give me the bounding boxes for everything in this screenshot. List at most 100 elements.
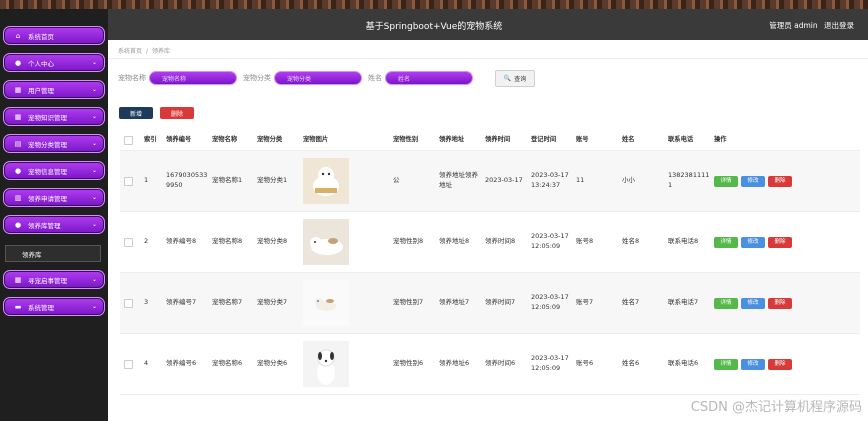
breadcrumb-current: 领养库 bbox=[152, 48, 171, 55]
cell-category: 宠物分类8 bbox=[257, 237, 288, 246]
cell-phone: 13823811111 bbox=[668, 171, 710, 189]
delete-button[interactable]: 删除 bbox=[768, 297, 792, 309]
breadcrumb-home[interactable]: 系统首页 bbox=[118, 48, 142, 55]
cell-reg-time: 2023-03-17 12:05:09 bbox=[531, 293, 569, 311]
row-actions: 详情 修改 删除 bbox=[714, 297, 824, 309]
sidebar-item-3[interactable]: ▦ 宠物知识管理 ⌄ bbox=[3, 107, 105, 126]
breadcrumb-separator: / bbox=[146, 48, 149, 55]
row-select-cell bbox=[120, 237, 144, 247]
select-all-cell bbox=[120, 135, 144, 145]
edit-button[interactable]: 修改 bbox=[741, 297, 765, 309]
column-header: 宠物分类 bbox=[257, 136, 283, 144]
cell-person: 姓名7 bbox=[622, 298, 640, 307]
row-actions: 详情 修改 删除 bbox=[714, 236, 824, 248]
sidebar-item-1[interactable]: ● 个人中心 ⌄ bbox=[3, 53, 105, 72]
cell-sex: 宠物性别8 bbox=[393, 237, 424, 246]
sidebar-item-label: 系统首页 bbox=[28, 32, 54, 41]
pet-name-input[interactable]: 宠物名称 bbox=[149, 71, 237, 85]
cell-sex: 宠物性别6 bbox=[393, 359, 424, 368]
detail-button[interactable]: 详情 bbox=[714, 358, 738, 370]
edit-button[interactable]: 修改 bbox=[741, 358, 765, 370]
cell-idx: 1 bbox=[144, 176, 149, 185]
pet-image-cell bbox=[303, 158, 393, 204]
table-row: 2 领养编号8 宠物名称8 宠物分类8 宠物性别8 领养地址8 领养时间8 2023-03-1… bbox=[120, 212, 860, 273]
column-header: 姓名 bbox=[622, 136, 635, 144]
row-actions: 详情 修改 删除 bbox=[714, 175, 824, 187]
top-header: 基于Springboot+Vue的宠物系统 管理员 admin 退出登录 bbox=[0, 0, 868, 40]
user-icon: ● bbox=[14, 166, 22, 175]
sidebar-item-0[interactable]: ⌂ 系统首页 bbox=[3, 26, 105, 45]
delete-button[interactable]: 删除 bbox=[768, 358, 792, 370]
sidebar-item-8[interactable]: ▦ 寻宠启事管理 ⌄ bbox=[3, 270, 105, 289]
header-pattern bbox=[0, 0, 868, 9]
pet-image-cell bbox=[303, 280, 393, 326]
cell-adopt-time: 领养时间8 bbox=[485, 237, 516, 246]
sidebar-item-4[interactable]: ▤ 宠物分类管理 ⌄ bbox=[3, 134, 105, 153]
sidebar-item-label: 宠物分类管理 bbox=[28, 140, 67, 149]
column-header: 联系电话 bbox=[668, 136, 694, 144]
cell-account: 账号8 bbox=[576, 237, 594, 246]
cell-address: 领养地址7 bbox=[439, 298, 470, 307]
chevron-down-icon: ⌄ bbox=[91, 221, 97, 228]
row-checkbox[interactable] bbox=[124, 359, 133, 369]
cell-code: 16790305339950 bbox=[166, 171, 208, 189]
pet-image-cell bbox=[303, 219, 393, 265]
cell-code: 领养编号8 bbox=[166, 237, 197, 246]
cell-idx: 3 bbox=[144, 298, 149, 307]
cell-address: 领养地址6 bbox=[439, 359, 470, 368]
detail-button[interactable]: 详情 bbox=[714, 236, 738, 248]
search-bar: 宠物名称 宠物名称 宠物分类 宠物分类 姓名 姓名 🔍 查询 bbox=[118, 69, 535, 87]
row-checkbox[interactable] bbox=[124, 176, 133, 186]
column-header: 账号 bbox=[576, 136, 589, 144]
sidebar-item-label: 寻宠启事管理 bbox=[28, 276, 67, 285]
breadcrumb: 系统首页 / 领养库 bbox=[118, 46, 170, 55]
logout-link[interactable]: 退出登录 bbox=[824, 21, 854, 30]
row-checkbox[interactable] bbox=[124, 237, 133, 247]
edit-button[interactable]: 修改 bbox=[741, 175, 765, 187]
row-select-cell bbox=[120, 298, 144, 308]
sidebar-subitem-adoption-library[interactable]: 领养库 bbox=[5, 245, 101, 262]
cell-code: 领养编号6 bbox=[166, 359, 197, 368]
pet-photo bbox=[303, 341, 349, 387]
sidebar-item-label: 用户管理 bbox=[28, 86, 54, 95]
edit-button[interactable]: 修改 bbox=[741, 236, 765, 248]
detail-button[interactable]: 详情 bbox=[714, 297, 738, 309]
chevron-down-icon: ⌄ bbox=[91, 303, 97, 310]
admin-area: 管理员 admin 退出登录 bbox=[765, 20, 854, 31]
sidebar-item-6[interactable]: ▥ 领养申请管理 ⌄ bbox=[3, 188, 105, 207]
sidebar-item-label: 宠物知识管理 bbox=[28, 113, 67, 122]
table-header: 索引 领养编号 宠物名称 宠物分类 宠物图片 宠物性别 领养地址 领养时间 登记时间 账号 姓名 联系… bbox=[120, 130, 860, 151]
delete-button[interactable]: 删除 bbox=[768, 175, 792, 187]
pet-category-input[interactable]: 宠物分类 bbox=[274, 71, 362, 85]
sidebar-item-9[interactable]: ▬ 系统管理 ⌄ bbox=[3, 297, 105, 316]
cell-sex: 公 bbox=[393, 176, 400, 185]
admin-user: 管理员 admin bbox=[769, 21, 818, 30]
search-label-person-name: 姓名 bbox=[368, 74, 382, 82]
bulk-delete-button[interactable]: 删除 bbox=[160, 107, 194, 119]
cell-adopt-time: 领养时间7 bbox=[485, 298, 516, 307]
sidebar-item-label: 个人中心 bbox=[28, 59, 54, 68]
cell-person: 姓名8 bbox=[622, 237, 640, 246]
chevron-down-icon: ⌄ bbox=[91, 113, 97, 120]
search-button[interactable]: 🔍 查询 bbox=[495, 69, 535, 87]
add-button[interactable]: 新增 bbox=[119, 107, 153, 119]
sidebar-item-7[interactable]: ● 领养库管理 ⌄ bbox=[3, 215, 105, 234]
column-header: 宠物名称 bbox=[212, 136, 238, 144]
sidebar-item-5[interactable]: ● 宠物信息管理 ⌄ bbox=[3, 161, 105, 180]
select-all-checkbox[interactable] bbox=[124, 135, 133, 145]
sidebar-item-label: 领养库管理 bbox=[28, 221, 61, 230]
divider bbox=[108, 58, 868, 59]
cell-category: 宠物分类7 bbox=[257, 298, 288, 307]
detail-button[interactable]: 详情 bbox=[714, 175, 738, 187]
row-checkbox[interactable] bbox=[124, 298, 133, 308]
column-header: 索引 bbox=[144, 136, 157, 144]
delete-button[interactable]: 删除 bbox=[768, 236, 792, 248]
column-header: 领养编号 bbox=[166, 136, 192, 144]
search-label-pet-name: 宠物名称 bbox=[118, 74, 146, 82]
person-name-input[interactable]: 姓名 bbox=[385, 71, 473, 85]
table-row: 4 领养编号6 宠物名称6 宠物分类6 宠物性别6 领养地址6 领养时间6 2023-03-1… bbox=[120, 334, 860, 395]
grid-icon: ▦ bbox=[14, 112, 22, 121]
sidebar-item-2[interactable]: ▦ 用户管理 ⌄ bbox=[3, 80, 105, 99]
column-header: 领养地址 bbox=[439, 136, 465, 144]
sidebar-item-label: 系统管理 bbox=[28, 303, 54, 312]
